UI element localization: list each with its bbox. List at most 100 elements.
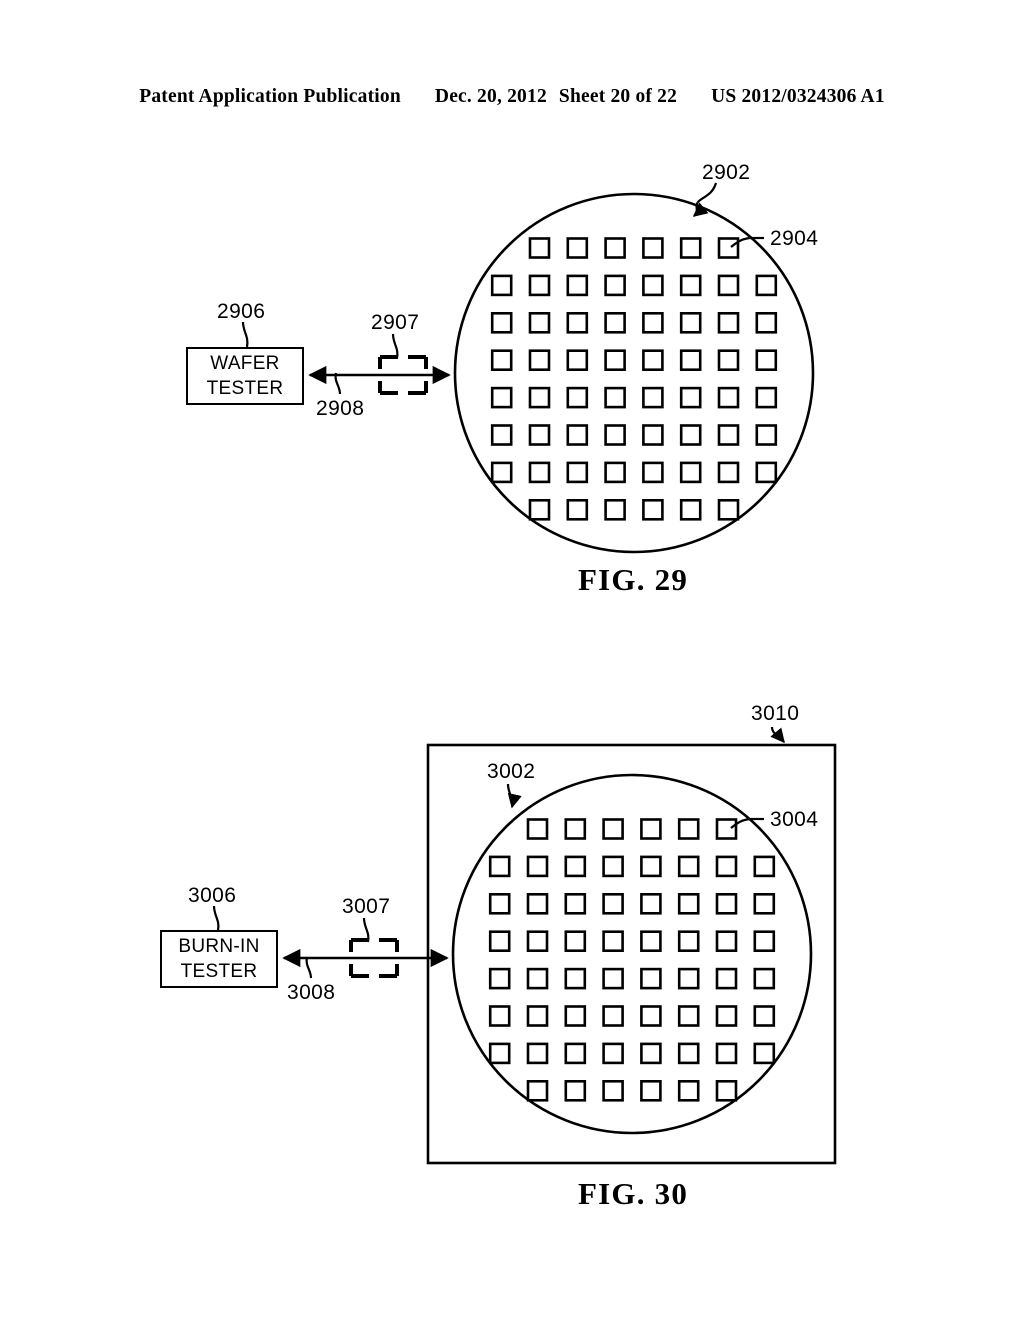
die-square — [490, 424, 513, 446]
die-square — [488, 892, 511, 915]
die-square — [679, 274, 702, 297]
drawing-vector-layer — [212, 182, 837, 1165]
die-square — [526, 855, 549, 878]
die-square — [679, 237, 702, 259]
die-square — [566, 274, 589, 297]
die-square — [528, 349, 551, 372]
die-square — [528, 461, 551, 484]
die-square — [602, 930, 624, 953]
die-square — [604, 386, 626, 409]
die-square — [490, 311, 513, 334]
die-square — [526, 1005, 549, 1027]
die-square — [715, 1042, 738, 1065]
die-grid-2904 — [490, 237, 778, 521]
die-square — [677, 818, 700, 840]
die-square — [640, 1042, 662, 1065]
die-square — [488, 967, 511, 990]
die-square — [604, 424, 626, 446]
die-square — [604, 498, 626, 521]
die-square — [604, 461, 626, 484]
die-square — [640, 818, 662, 840]
die-square — [679, 498, 702, 521]
die-square — [488, 930, 511, 953]
die-square — [640, 1005, 662, 1027]
die-square — [755, 386, 778, 409]
die-square — [715, 1005, 738, 1027]
die-square — [717, 461, 740, 484]
die-square — [753, 1042, 776, 1065]
die-square — [677, 892, 700, 915]
die-square — [755, 311, 778, 334]
die-square — [640, 892, 662, 915]
leader-3010 — [770, 726, 785, 744]
die-square — [490, 274, 513, 297]
die-square — [755, 424, 778, 446]
die-square — [679, 424, 702, 446]
die-square — [755, 349, 778, 372]
die-square — [677, 855, 700, 878]
die-square — [528, 311, 551, 334]
die-square — [526, 892, 549, 915]
die-square — [602, 967, 624, 990]
die-square — [602, 855, 624, 878]
die-square — [642, 349, 664, 372]
die-square — [566, 349, 589, 372]
die-square — [753, 855, 776, 878]
die-square — [717, 311, 740, 334]
die-square — [715, 855, 738, 878]
leader-3006 — [212, 905, 220, 931]
die-square — [490, 386, 513, 409]
wafer-outline-3002 — [451, 773, 813, 1135]
die-square — [640, 930, 662, 953]
leader-2906 — [241, 321, 249, 348]
die-square — [677, 930, 700, 953]
figure-30-group — [212, 726, 837, 1165]
die-square — [715, 818, 738, 840]
die-square — [564, 967, 587, 990]
die-square — [679, 461, 702, 484]
die-square — [566, 498, 589, 521]
die-square — [717, 237, 740, 259]
die-square — [566, 461, 589, 484]
die-square — [753, 967, 776, 990]
die-square — [717, 349, 740, 372]
die-square — [753, 930, 776, 953]
die-square — [753, 892, 776, 915]
die-grid-3004 — [488, 818, 776, 1102]
die-square — [715, 1080, 738, 1102]
die-square — [602, 1080, 624, 1102]
die-square — [677, 1005, 700, 1027]
die-square — [566, 386, 589, 409]
die-square — [604, 237, 626, 259]
die-square — [715, 967, 738, 990]
die-square — [490, 461, 513, 484]
die-square — [564, 1042, 587, 1065]
die-square — [526, 1080, 549, 1102]
die-square — [715, 892, 738, 915]
figure-29-group — [241, 182, 815, 554]
die-square — [564, 855, 587, 878]
leader-3008 — [305, 956, 313, 979]
die-square — [528, 498, 551, 521]
die-square — [566, 237, 589, 259]
die-square — [640, 967, 662, 990]
die-square — [640, 1080, 662, 1102]
die-square — [642, 498, 664, 521]
die-square — [717, 424, 740, 446]
die-square — [679, 386, 702, 409]
burn-in-chamber-3010 — [426, 743, 837, 1165]
die-square — [564, 1080, 587, 1102]
die-square — [528, 386, 551, 409]
leader-3002 — [506, 783, 522, 809]
die-square — [526, 818, 549, 840]
die-square — [677, 967, 700, 990]
die-square — [642, 386, 664, 409]
die-square — [640, 855, 662, 878]
die-square — [564, 1005, 587, 1027]
die-square — [564, 818, 587, 840]
die-square — [717, 274, 740, 297]
die-square — [604, 274, 626, 297]
die-square — [490, 349, 513, 372]
die-square — [755, 274, 778, 297]
die-square — [566, 311, 589, 334]
